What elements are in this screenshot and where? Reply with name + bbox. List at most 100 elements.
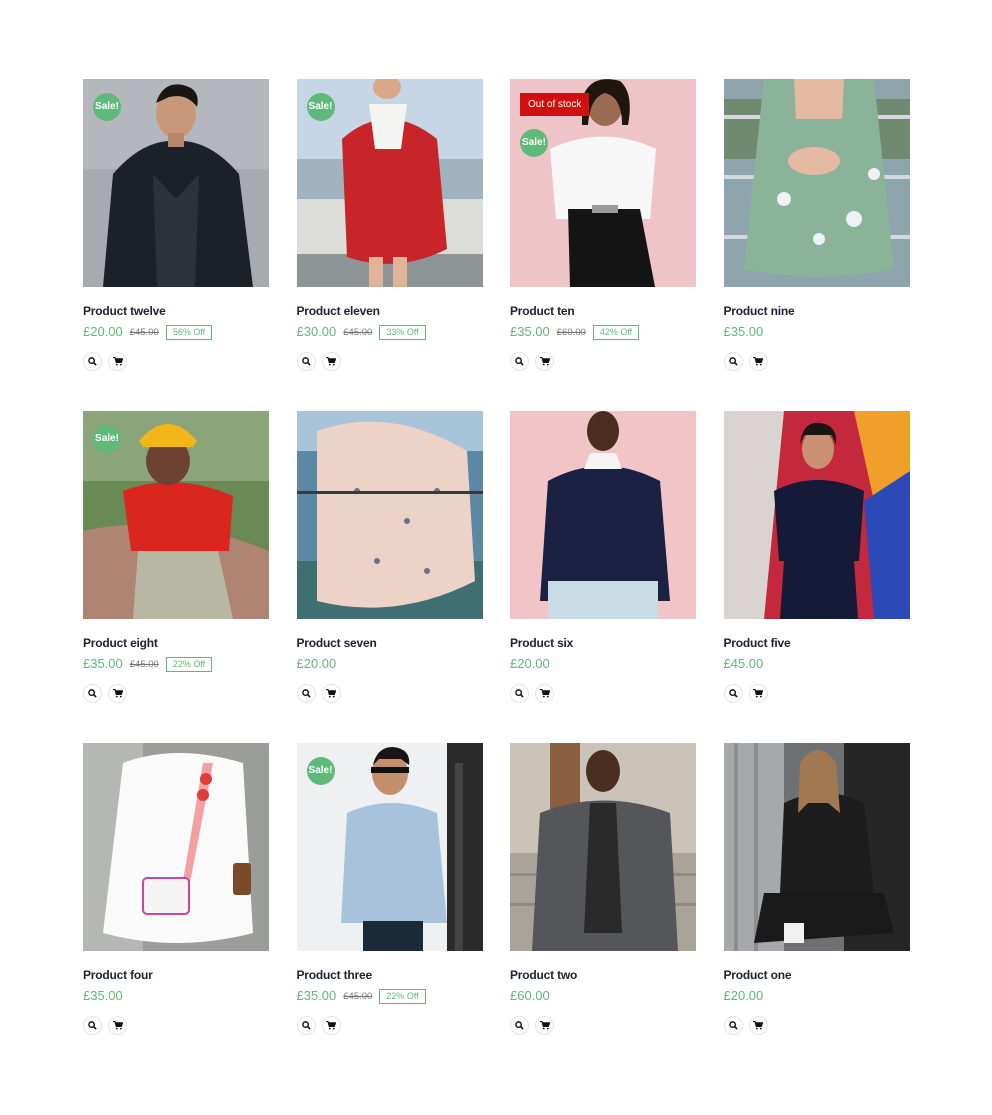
product-card: Product five £45.00 bbox=[723, 411, 910, 703]
out-of-stock-badge: Out of stock bbox=[520, 93, 590, 116]
add-to-cart-button[interactable] bbox=[748, 1016, 768, 1035]
product-image[interactable] bbox=[83, 743, 269, 951]
product-card: Product four £35.00 bbox=[83, 743, 269, 1035]
sale-badge: Sale! bbox=[520, 129, 548, 157]
add-to-cart-button[interactable] bbox=[748, 352, 768, 371]
product-actions bbox=[296, 684, 483, 703]
cart-icon bbox=[326, 689, 336, 698]
product-image[interactable]: Sale! bbox=[83, 79, 269, 287]
quick-view-button[interactable] bbox=[83, 1016, 102, 1035]
product-card: Product two £60.00 bbox=[510, 743, 696, 1035]
price: £35.00 bbox=[83, 988, 123, 1003]
product-title[interactable]: Product six bbox=[510, 636, 696, 651]
sale-price: £20.00 bbox=[83, 324, 123, 339]
product-image[interactable] bbox=[723, 743, 910, 951]
sale-badge: Sale! bbox=[93, 93, 121, 121]
cart-icon bbox=[112, 689, 123, 698]
price: £20.00 bbox=[723, 988, 764, 1003]
product-actions bbox=[83, 1016, 269, 1035]
product-title[interactable]: Product three bbox=[297, 968, 483, 983]
product-title[interactable]: Product four bbox=[83, 968, 269, 983]
search-icon bbox=[88, 357, 97, 366]
product-actions bbox=[510, 684, 696, 703]
add-to-cart-button[interactable] bbox=[108, 1016, 127, 1035]
product-title[interactable]: Product ten bbox=[510, 304, 696, 319]
add-to-cart-button[interactable] bbox=[748, 684, 768, 703]
add-to-cart-button[interactable] bbox=[321, 1016, 341, 1035]
quick-view-button[interactable] bbox=[83, 352, 102, 371]
product-title[interactable]: Product nine bbox=[724, 304, 910, 319]
product-image[interactable]: Sale! bbox=[296, 743, 483, 951]
product-image[interactable] bbox=[510, 411, 696, 619]
product-image[interactable]: Sale! bbox=[296, 79, 483, 287]
product-title[interactable]: Product twelve bbox=[83, 304, 269, 319]
discount-badge: 33% Off bbox=[379, 324, 426, 340]
add-to-cart-button[interactable] bbox=[535, 1016, 554, 1035]
quick-view-button[interactable] bbox=[296, 352, 316, 371]
product-card: Sale! Product eight £35.00 £45.00 22% Of… bbox=[83, 411, 269, 703]
sale-price: £35.00 bbox=[296, 988, 337, 1003]
search-icon bbox=[301, 689, 311, 698]
add-to-cart-button[interactable] bbox=[108, 684, 127, 703]
cart-icon bbox=[112, 1021, 123, 1030]
quick-view-button[interactable] bbox=[296, 1016, 316, 1035]
product-actions bbox=[83, 684, 269, 703]
product-image[interactable] bbox=[510, 743, 696, 951]
price: £60.00 bbox=[510, 988, 550, 1003]
cart-icon bbox=[753, 1021, 763, 1030]
price-row: £45.00 bbox=[724, 656, 910, 672]
regular-price: £45.00 bbox=[129, 326, 159, 338]
regular-price: £45.00 bbox=[343, 990, 373, 1002]
search-icon bbox=[728, 689, 738, 698]
price-row: £35.00 bbox=[83, 988, 269, 1004]
quick-view-button[interactable] bbox=[723, 1016, 743, 1035]
add-to-cart-button[interactable] bbox=[535, 352, 554, 371]
product-image[interactable] bbox=[723, 79, 910, 287]
product-title[interactable]: Product eleven bbox=[297, 304, 483, 319]
cart-icon bbox=[539, 689, 550, 698]
search-icon bbox=[88, 1021, 97, 1030]
sale-price: £30.00 bbox=[296, 324, 337, 339]
price-row: £60.00 bbox=[510, 988, 696, 1004]
price: £35.00 bbox=[723, 324, 764, 339]
cart-icon bbox=[326, 357, 336, 366]
price: £45.00 bbox=[723, 656, 764, 671]
quick-view-button[interactable] bbox=[510, 1016, 529, 1035]
discount-badge: 22% Off bbox=[379, 988, 426, 1004]
product-title[interactable]: Product one bbox=[724, 968, 910, 983]
product-title[interactable]: Product two bbox=[510, 968, 696, 983]
quick-view-button[interactable] bbox=[296, 684, 316, 703]
product-actions bbox=[83, 352, 269, 371]
search-icon bbox=[515, 357, 524, 366]
quick-view-button[interactable] bbox=[83, 684, 102, 703]
product-actions bbox=[296, 1016, 483, 1035]
product-actions bbox=[296, 352, 483, 371]
discount-badge: 56% Off bbox=[165, 324, 213, 340]
product-title[interactable]: Product eight bbox=[83, 636, 269, 651]
cart-icon bbox=[753, 689, 763, 698]
cart-icon bbox=[753, 357, 763, 366]
quick-view-button[interactable] bbox=[723, 352, 743, 371]
product-image[interactable]: Sale! bbox=[83, 411, 269, 619]
product-actions bbox=[510, 1016, 696, 1035]
add-to-cart-button[interactable] bbox=[108, 352, 127, 371]
product-grid: Sale! Product twelve £20.00 £45.00 56% O… bbox=[83, 79, 910, 1035]
product-title[interactable]: Product seven bbox=[297, 636, 483, 651]
product-image[interactable] bbox=[723, 411, 910, 619]
product-card: Product six £20.00 bbox=[510, 411, 696, 703]
product-image[interactable]: Out of stock Sale! bbox=[510, 79, 696, 287]
product-actions bbox=[723, 352, 910, 371]
quick-view-button[interactable] bbox=[723, 684, 743, 703]
add-to-cart-button[interactable] bbox=[321, 352, 341, 371]
product-image[interactable] bbox=[296, 411, 483, 619]
product-title[interactable]: Product five bbox=[724, 636, 910, 651]
add-to-cart-button[interactable] bbox=[535, 684, 554, 703]
add-to-cart-button[interactable] bbox=[321, 684, 341, 703]
quick-view-button[interactable] bbox=[510, 684, 529, 703]
price-row: £35.00 £45.00 22% Off bbox=[83, 656, 269, 672]
sale-price: £35.00 bbox=[83, 656, 123, 671]
quick-view-button[interactable] bbox=[510, 352, 529, 371]
discount-badge: 22% Off bbox=[165, 656, 213, 672]
search-icon bbox=[301, 357, 311, 366]
price: £20.00 bbox=[296, 656, 337, 671]
